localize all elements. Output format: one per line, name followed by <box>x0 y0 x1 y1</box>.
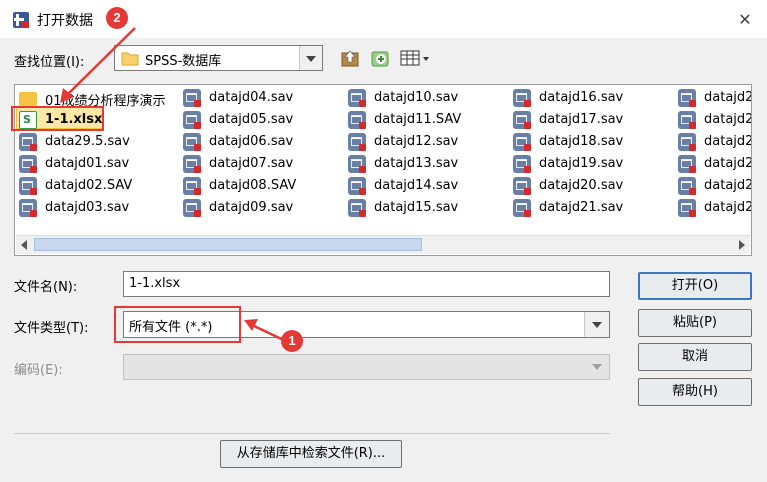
filetype-label: 文件类型(T): <box>14 321 89 336</box>
sav-file-icon <box>348 199 366 217</box>
list-item-label: datajd09.sav <box>209 200 294 215</box>
list-item-label: datajd03.sav <box>45 200 130 215</box>
sav-file-icon <box>678 199 696 217</box>
list-item-label: datajd16.sav <box>539 90 624 105</box>
window-title: 打开数据 <box>37 13 93 29</box>
cancel-button[interactable]: 取消 <box>638 343 752 371</box>
sav-file-icon <box>678 155 696 173</box>
new-folder-icon[interactable] <box>370 48 392 70</box>
scroll-right-icon[interactable] <box>733 236 750 253</box>
sav-file-icon <box>348 177 366 195</box>
divider <box>14 433 610 434</box>
annotation-box-file <box>11 106 104 131</box>
sav-file-icon <box>678 177 696 195</box>
list-item-label: datajd06.sav <box>209 134 294 149</box>
help-button[interactable]: 帮助(H) <box>638 378 752 406</box>
list-item-label: datajd2 <box>704 90 752 105</box>
list-item-label: datajd2 <box>704 112 752 127</box>
sav-file-icon <box>183 155 201 173</box>
sav-file-icon <box>513 111 531 129</box>
sav-file-icon <box>513 199 531 217</box>
list-item-label: datajd17.sav <box>539 112 624 127</box>
lookin-label: 查找位置(I): <box>14 55 85 70</box>
filename-input[interactable]: 1-1.xlsx <box>123 271 610 297</box>
list-item-label: datajd19.sav <box>539 156 624 171</box>
sav-file-icon <box>183 133 201 151</box>
list-item-label: datajd02.SAV <box>45 178 133 193</box>
list-item-label: datajd2 <box>704 156 752 171</box>
file-list[interactable]: 01成绩分析程序演示 S 1-1.xlsx data29.5.sav datajd01.… <box>14 84 752 256</box>
paste-button[interactable]: 粘贴(P) <box>638 309 752 337</box>
annotation-box-filetype <box>114 306 241 343</box>
sav-file-icon <box>348 111 366 129</box>
list-item-label: datajd07.sav <box>209 156 294 171</box>
view-menu-icon[interactable] <box>400 49 432 67</box>
encoding-label: 编码(E): <box>14 363 63 378</box>
filename-value: 1-1.xlsx <box>129 276 181 291</box>
sav-file-icon <box>678 111 696 129</box>
retrieve-from-repository-button[interactable]: 从存储库中检索文件(R)... <box>220 440 402 468</box>
list-item-label: datajd01.sav <box>45 156 130 171</box>
list-item-label: datajd08.SAV <box>209 178 297 193</box>
sav-file-icon <box>348 89 366 107</box>
list-item-label: datajd18.sav <box>539 134 624 149</box>
sav-file-icon <box>513 133 531 151</box>
lookin-dropdown[interactable]: SPSS-数据库 <box>114 45 323 71</box>
sav-file-icon <box>513 155 531 173</box>
scroll-left-icon[interactable] <box>16 236 33 253</box>
filename-label: 文件名(N): <box>14 280 78 295</box>
spss-app-icon <box>13 12 29 28</box>
annotation-badge-1: 1 <box>281 330 303 352</box>
list-item-label: datajd12.sav <box>374 134 459 149</box>
sav-file-icon <box>348 155 366 173</box>
sav-file-icon <box>19 177 37 195</box>
sav-file-icon <box>19 155 37 173</box>
sav-file-icon <box>513 89 531 107</box>
sav-file-icon <box>348 133 366 151</box>
sav-file-icon <box>19 199 37 217</box>
chevron-down-icon[interactable] <box>584 312 609 337</box>
close-icon[interactable]: ✕ <box>733 9 757 31</box>
list-item-label: datajd2 <box>704 200 752 215</box>
list-item-label: datajd05.sav <box>209 112 294 127</box>
chevron-down-icon <box>585 355 609 379</box>
list-item-label: datajd2 <box>704 134 752 149</box>
sav-file-icon <box>183 177 201 195</box>
list-item-label: datajd11.SAV <box>374 112 462 127</box>
open-button[interactable]: 打开(O) <box>638 272 752 300</box>
folder-icon <box>121 52 139 66</box>
list-item-label: datajd10.sav <box>374 90 459 105</box>
lookin-value: SPSS-数据库 <box>145 54 222 69</box>
list-item-label: datajd20.sav <box>539 178 624 193</box>
list-item-label: datajd21.sav <box>539 200 624 215</box>
up-folder-icon[interactable] <box>340 48 360 68</box>
list-item-label: data29.5.sav <box>45 134 130 149</box>
chevron-down-icon[interactable] <box>299 46 322 70</box>
list-item-label: datajd15.sav <box>374 200 459 215</box>
list-item-label: datajd13.sav <box>374 156 459 171</box>
sav-file-icon <box>183 89 201 107</box>
list-item-label: datajd14.sav <box>374 178 459 193</box>
scroll-thumb[interactable] <box>34 238 422 251</box>
horizontal-scrollbar[interactable] <box>16 235 750 254</box>
sav-file-icon <box>678 89 696 107</box>
annotation-badge-2: 2 <box>106 7 128 29</box>
folder-icon <box>19 92 37 106</box>
sav-file-icon <box>678 133 696 151</box>
list-item-label: datajd2 <box>704 178 752 193</box>
sav-file-icon <box>19 133 37 151</box>
encoding-dropdown <box>123 354 610 380</box>
sav-file-icon <box>183 111 201 129</box>
list-item-label: datajd04.sav <box>209 90 294 105</box>
sav-file-icon <box>183 199 201 217</box>
sav-file-icon <box>513 177 531 195</box>
